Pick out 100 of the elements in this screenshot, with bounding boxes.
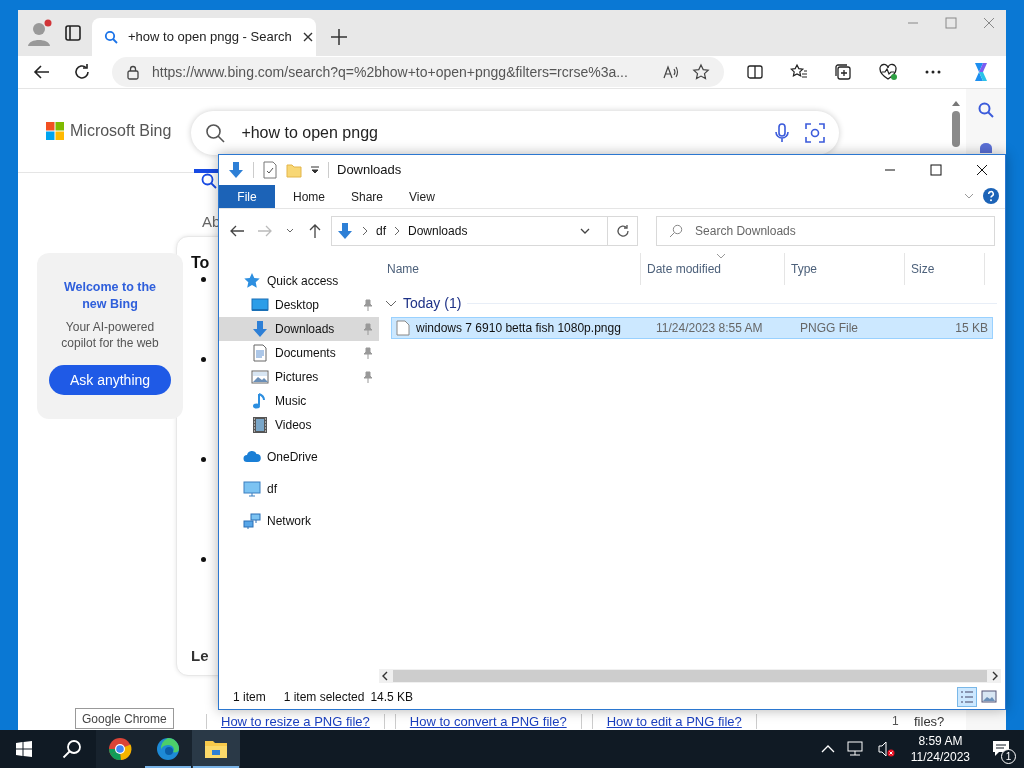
- favorites-icon[interactable]: [790, 63, 808, 81]
- star-icon: [243, 272, 261, 290]
- nav-item[interactable]: Network: [219, 509, 379, 533]
- network-icon: [243, 512, 261, 530]
- lock-icon: [126, 64, 140, 80]
- bullet-icon: [201, 277, 206, 282]
- column-header[interactable]: Name: [381, 253, 641, 285]
- download-arrow-icon: [251, 320, 269, 338]
- ribbon-tab[interactable]: File: [219, 185, 275, 208]
- column-header[interactable]: Type: [785, 253, 905, 285]
- edge-icon: [156, 737, 180, 761]
- bullet-icon: [201, 357, 206, 362]
- favorite-star-icon[interactable]: [692, 63, 710, 81]
- search-placeholder: Search Downloads: [695, 223, 796, 240]
- address-bar[interactable]: https://www.bing.com/search?q=%2bhow+to+open+pngg&filters=rcrse%3a...: [112, 57, 724, 87]
- chevron-right-icon: [394, 226, 400, 236]
- collections-icon[interactable]: [834, 63, 852, 81]
- search-icon: [669, 224, 684, 238]
- ask-button[interactable]: Ask anything: [49, 365, 171, 395]
- group-header[interactable]: Today (1): [403, 292, 462, 314]
- back-icon[interactable]: [229, 223, 245, 239]
- scrollbar-thumb[interactable]: [393, 670, 987, 682]
- file-icon: [396, 320, 410, 336]
- read-aloud-icon[interactable]: [662, 64, 680, 80]
- related-link[interactable]: How to resize a PNG file?: [206, 714, 385, 729]
- nav-item[interactable]: Desktop: [219, 293, 379, 317]
- microphone-icon[interactable]: [775, 122, 790, 143]
- clock[interactable]: 8:59 AM 11/24/2023: [906, 733, 974, 765]
- pin-icon[interactable]: [363, 347, 373, 359]
- properties-icon[interactable]: [262, 161, 278, 179]
- browser-tab[interactable]: +how to open pngg - Search: [92, 18, 316, 56]
- speaker-muted-icon[interactable]: [876, 741, 895, 757]
- nav-item[interactable]: Pictures: [219, 365, 379, 389]
- visual-search-icon[interactable]: [805, 122, 826, 143]
- status-text: 14.5 KB: [370, 689, 414, 706]
- close-icon[interactable]: [975, 163, 989, 177]
- ribbon-tab[interactable]: Home: [275, 185, 333, 208]
- taskbar-button[interactable]: [192, 730, 240, 768]
- split-screen-icon[interactable]: [746, 63, 764, 81]
- scroll-up-icon[interactable]: [951, 99, 961, 107]
- bing-logo-icon: [46, 121, 64, 140]
- refresh-icon[interactable]: [72, 62, 92, 82]
- desktop-icon: [251, 296, 269, 314]
- related-link[interactable]: How to convert a PNG file?: [394, 714, 582, 729]
- dropdown-icon[interactable]: [310, 165, 320, 175]
- ribbon-tab[interactable]: View: [391, 185, 449, 208]
- nav-item[interactable]: Documents: [219, 341, 379, 365]
- windows-logo-icon[interactable]: [16, 741, 32, 757]
- network-icon[interactable]: [846, 741, 865, 757]
- column-header[interactable]: Date modified: [641, 253, 785, 285]
- bullet-icon: [201, 557, 206, 562]
- search-icon: [205, 122, 226, 143]
- nav-item[interactable]: Music: [219, 389, 379, 413]
- address-field[interactable]: df Downloads: [331, 216, 639, 246]
- status-text: 1 item: [233, 689, 266, 706]
- taskbar-button[interactable]: [96, 730, 144, 768]
- count-text: 1: [892, 714, 899, 729]
- bullet-icon: [201, 457, 206, 462]
- maximize-icon[interactable]: [929, 163, 943, 177]
- partial-heading: Le: [191, 646, 209, 666]
- logo-text: Microsoft Bing: [70, 120, 172, 141]
- window-title: Downloads: [337, 161, 402, 180]
- search-icon[interactable]: [201, 173, 217, 189]
- search-query: +how to open pngg: [241, 122, 379, 143]
- download-arrow-icon: [336, 222, 354, 240]
- chevron-right-icon: [362, 226, 368, 236]
- pin-icon[interactable]: [363, 299, 373, 311]
- film-icon: [251, 416, 269, 434]
- breadcrumb-item[interactable]: df: [376, 222, 386, 240]
- breadcrumb-item[interactable]: Downloads: [408, 222, 468, 240]
- related-link[interactable]: How to edit a PNG file?: [591, 714, 757, 729]
- search-field[interactable]: +how to open pngg: [191, 110, 840, 155]
- search-icon[interactable]: [62, 739, 82, 759]
- tab-title: +how to open pngg - Search: [128, 28, 292, 47]
- scrollbar-thumb[interactable]: [952, 111, 960, 147]
- nav-item[interactable]: OneDrive: [219, 445, 379, 469]
- taskbar-button[interactable]: [144, 730, 192, 768]
- chevron-up-icon[interactable]: [820, 744, 835, 754]
- column-header[interactable]: Size: [905, 253, 985, 285]
- app-icon[interactable]: [978, 143, 994, 153]
- up-icon[interactable]: [307, 223, 323, 239]
- file-row[interactable]: windows 7 6910 betta fish 1080p.pngg 11/24/2023 8:55 AM PNGG File 15 KB: [391, 317, 993, 339]
- refresh-icon[interactable]: [615, 224, 630, 238]
- chrome-icon: [108, 737, 132, 761]
- nav-item[interactable]: Downloads: [219, 317, 379, 341]
- nav-item[interactable]: Quick access: [219, 269, 379, 293]
- ribbon-tab[interactable]: Share: [333, 185, 391, 208]
- pictures-icon: [251, 368, 269, 386]
- download-arrow-icon[interactable]: [227, 161, 245, 179]
- url-text: https://www.bing.com/search?q=%2bhow+to+open+pngg&filters=rcrse%3a...: [152, 62, 629, 82]
- file-size: 15 KB: [954, 320, 989, 337]
- help-icon[interactable]: [983, 188, 999, 204]
- nav-item[interactable]: df: [219, 477, 379, 501]
- heartbeat-icon[interactable]: [878, 63, 898, 81]
- nav-item[interactable]: Videos: [219, 413, 379, 437]
- partial-heading: To: [191, 253, 210, 273]
- file-date: 11/24/2023 8:55 AM: [655, 320, 764, 337]
- pin-icon[interactable]: [363, 371, 373, 383]
- close-icon[interactable]: [301, 31, 314, 43]
- search-field[interactable]: Search Downloads: [656, 216, 995, 246]
